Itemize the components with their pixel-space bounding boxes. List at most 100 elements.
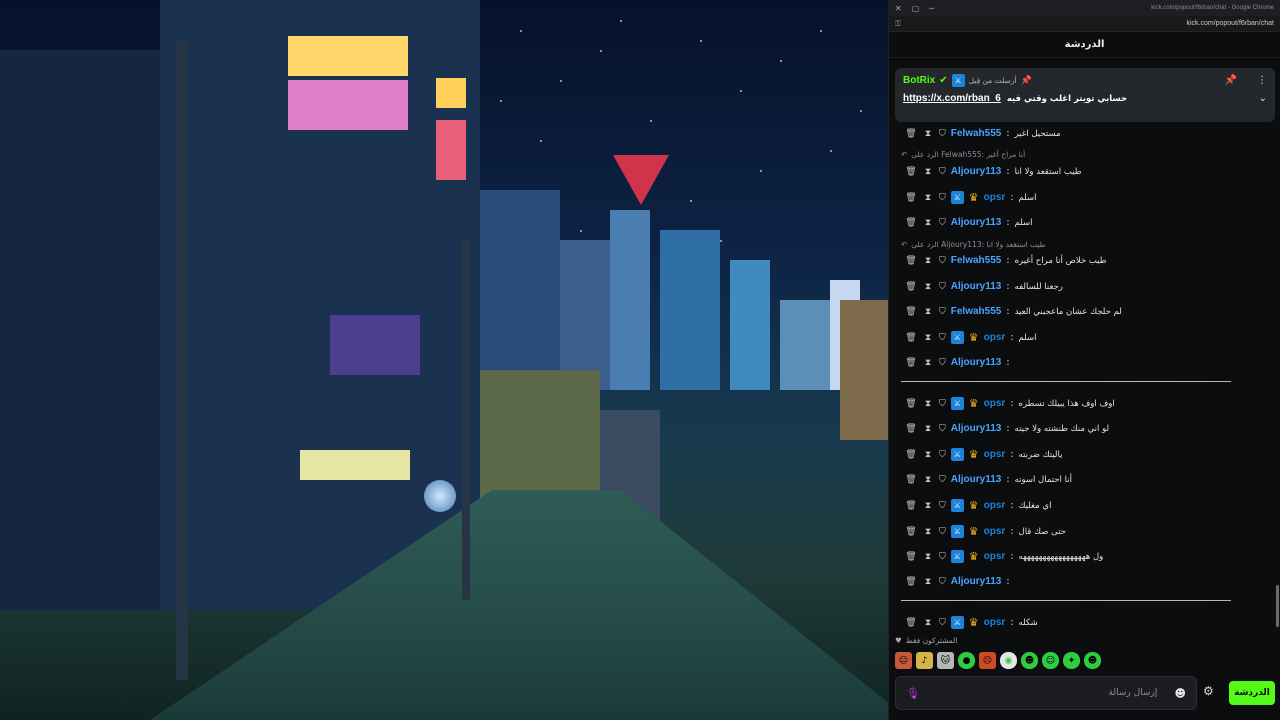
delete-message-icon[interactable]: 🗑 — [905, 618, 917, 628]
message-username[interactable]: Aljoury113 — [951, 474, 1002, 485]
timeout-user-icon[interactable]: ⧗ — [922, 333, 934, 343]
reply-icon: ↶ — [901, 240, 908, 249]
message-text-continued: ــــــــــــــــــــــــــــــــــــــــ… — [901, 594, 1231, 604]
message-separator: : — [1006, 306, 1010, 317]
message-username[interactable]: Felwah555 — [951, 255, 1002, 266]
chat-message: 🗑 ⧗ ⛉ ⚔ ♛ opsr: ول هههههههههههههههههه — [889, 550, 1280, 563]
star — [740, 90, 742, 92]
message-username[interactable]: opsr — [984, 332, 1006, 343]
timeout-user-icon[interactable]: ⧗ — [922, 577, 934, 587]
timeout-user-icon[interactable]: ⧗ — [922, 193, 934, 203]
delete-message-icon[interactable]: 🗑 — [905, 450, 917, 460]
delete-message-icon[interactable]: 🗑 — [905, 552, 917, 562]
message-username[interactable]: opsr — [984, 398, 1006, 409]
delete-message-icon[interactable]: 🗑 — [905, 577, 917, 587]
maximize-window-icon[interactable]: ▢ — [912, 4, 920, 13]
settings-gear-icon[interactable]: ⚙ — [1203, 684, 1214, 698]
message-separator: : — [1010, 449, 1014, 460]
message-username[interactable]: Aljoury113 — [951, 217, 1002, 228]
chat-popup-window: ✕ ▢ ─ kick.com/popout/f6rban/chat - Goog… — [888, 0, 1280, 720]
delete-message-icon[interactable]: 🗑 — [905, 282, 917, 292]
message-username[interactable]: opsr — [984, 617, 1006, 628]
message-separator: : — [1006, 423, 1010, 434]
timeout-user-icon[interactable]: ⧗ — [922, 256, 934, 266]
emote-dance-icon[interactable]: ♪ — [916, 652, 933, 669]
pinned-link[interactable]: https://x.com/rban_6 — [903, 93, 1001, 104]
delete-message-icon[interactable]: 🗑 — [905, 256, 917, 266]
message-text: مستحيل اغير — [1014, 128, 1061, 139]
site-info-icon[interactable]: ⚿ — [895, 19, 901, 29]
timeout-user-icon[interactable]: ⧗ — [922, 618, 934, 628]
timeout-user-icon[interactable]: ⧗ — [922, 307, 934, 317]
delete-message-icon[interactable]: 🗑 — [905, 399, 917, 409]
building — [480, 190, 560, 390]
chat-scrollbar[interactable] — [1276, 585, 1279, 627]
delete-message-icon[interactable]: 🗑 — [905, 424, 917, 434]
chat-message: 🗑 ⧗ ⛉ Aljoury113: طيب استقعد ولا انا — [889, 166, 1280, 177]
subscriber-badge-icon: ⚔ — [950, 550, 964, 563]
message-username[interactable]: Felwah555 — [951, 128, 1002, 139]
message-separator: : — [1006, 357, 1010, 368]
timeout-user-icon[interactable]: ⧗ — [922, 399, 934, 409]
delete-message-icon[interactable]: 🗑 — [905, 129, 917, 139]
emote-face-icon[interactable]: ☺ — [895, 652, 912, 669]
delete-message-icon[interactable]: 🗑 — [905, 475, 917, 485]
delete-message-icon[interactable]: 🗑 — [905, 167, 917, 177]
message-username[interactable]: opsr — [984, 449, 1006, 460]
message-text: طيب استقعد ولا انا — [1014, 166, 1082, 177]
emote-angry-icon[interactable]: ☹ — [979, 652, 996, 669]
message-input[interactable] — [937, 688, 1158, 698]
message-username[interactable]: Aljoury113 — [951, 423, 1002, 434]
timeout-user-icon[interactable]: ⧗ — [922, 129, 934, 139]
chevron-down-icon[interactable]: ⌄ — [1259, 93, 1267, 104]
message-username[interactable]: opsr — [984, 500, 1006, 511]
message-username[interactable]: Aljoury113 — [951, 357, 1002, 368]
timeout-user-icon[interactable]: ⧗ — [922, 450, 934, 460]
unpin-icon[interactable]: 📌 — [1225, 75, 1237, 86]
timeout-user-icon[interactable]: ⧗ — [922, 424, 934, 434]
emote-grin-icon[interactable]: ☻ — [1084, 652, 1101, 669]
delete-message-icon[interactable]: 🗑 — [905, 358, 917, 368]
emoji-picker-icon[interactable]: ☻ — [1175, 687, 1186, 700]
emote-cat-icon[interactable]: 🐱 — [937, 652, 954, 669]
delete-message-icon[interactable]: 🗑 — [905, 501, 917, 511]
delete-message-icon[interactable]: 🗑 — [905, 527, 917, 537]
timeout-user-icon[interactable]: ⧗ — [922, 527, 934, 537]
emote-laugh-icon[interactable]: ☻ — [1021, 652, 1038, 669]
timeout-user-icon[interactable]: ⧗ — [922, 358, 934, 368]
delete-message-icon[interactable]: 🗑 — [905, 333, 917, 343]
message-username[interactable]: opsr — [984, 526, 1006, 537]
timeout-user-icon[interactable]: ⧗ — [922, 218, 934, 228]
delete-message-icon[interactable]: 🗑 — [905, 307, 917, 317]
timeout-user-icon[interactable]: ⧗ — [922, 167, 934, 177]
message-username[interactable]: Aljoury113 — [951, 281, 1002, 292]
emote-green-icon[interactable]: ● — [958, 652, 975, 669]
emote-smile-icon[interactable]: ☺ — [1042, 652, 1059, 669]
timeout-user-icon[interactable]: ⧗ — [922, 501, 934, 511]
delete-message-icon[interactable]: 🗑 — [905, 218, 917, 228]
more-options-icon[interactable]: ⋮ — [1257, 75, 1267, 86]
chat-message: 🗑 ⧗ ⛉ ⚔ ♛ opsr: ياليتك ضربته — [889, 448, 1280, 461]
message-username[interactable]: Felwah555 — [951, 306, 1002, 317]
timeout-user-icon[interactable]: ⧗ — [922, 475, 934, 485]
delete-message-icon[interactable]: 🗑 — [905, 193, 917, 203]
send-chat-button[interactable]: الدردشة — [1229, 681, 1275, 705]
bot-badge-icon: ⚔ — [951, 74, 965, 87]
message-username[interactable]: Aljoury113 — [951, 576, 1002, 587]
message-username[interactable]: opsr — [984, 192, 1006, 203]
timeout-user-icon[interactable]: ⧗ — [922, 552, 934, 562]
pinned-username[interactable]: BotRix — [903, 75, 935, 86]
timeout-user-icon[interactable]: ⧗ — [922, 282, 934, 292]
emote-eyes-icon[interactable]: ◉ — [1000, 652, 1017, 669]
chat-message: 🗑 ⧗ ⛉ ⚔ ♛ opsr: اسلم — [889, 331, 1280, 344]
message-username[interactable]: opsr — [984, 551, 1006, 562]
close-window-icon[interactable]: ✕ — [895, 4, 902, 13]
microphone-icon[interactable]: 🎙 — [906, 687, 920, 700]
message-username[interactable]: Aljoury113 — [951, 166, 1002, 177]
emote-think-icon[interactable]: ✦ — [1063, 652, 1080, 669]
chat-message: 🗑 ⧗ ⛉ Aljoury113: — [889, 357, 1280, 368]
crown-badge-icon: ♛ — [968, 525, 979, 538]
message-separator: : — [1006, 166, 1010, 177]
message-text-continued: ــــــــــــــــــــــــــــــــــــــــ… — [901, 375, 1231, 385]
minimize-window-icon[interactable]: ─ — [929, 4, 934, 13]
